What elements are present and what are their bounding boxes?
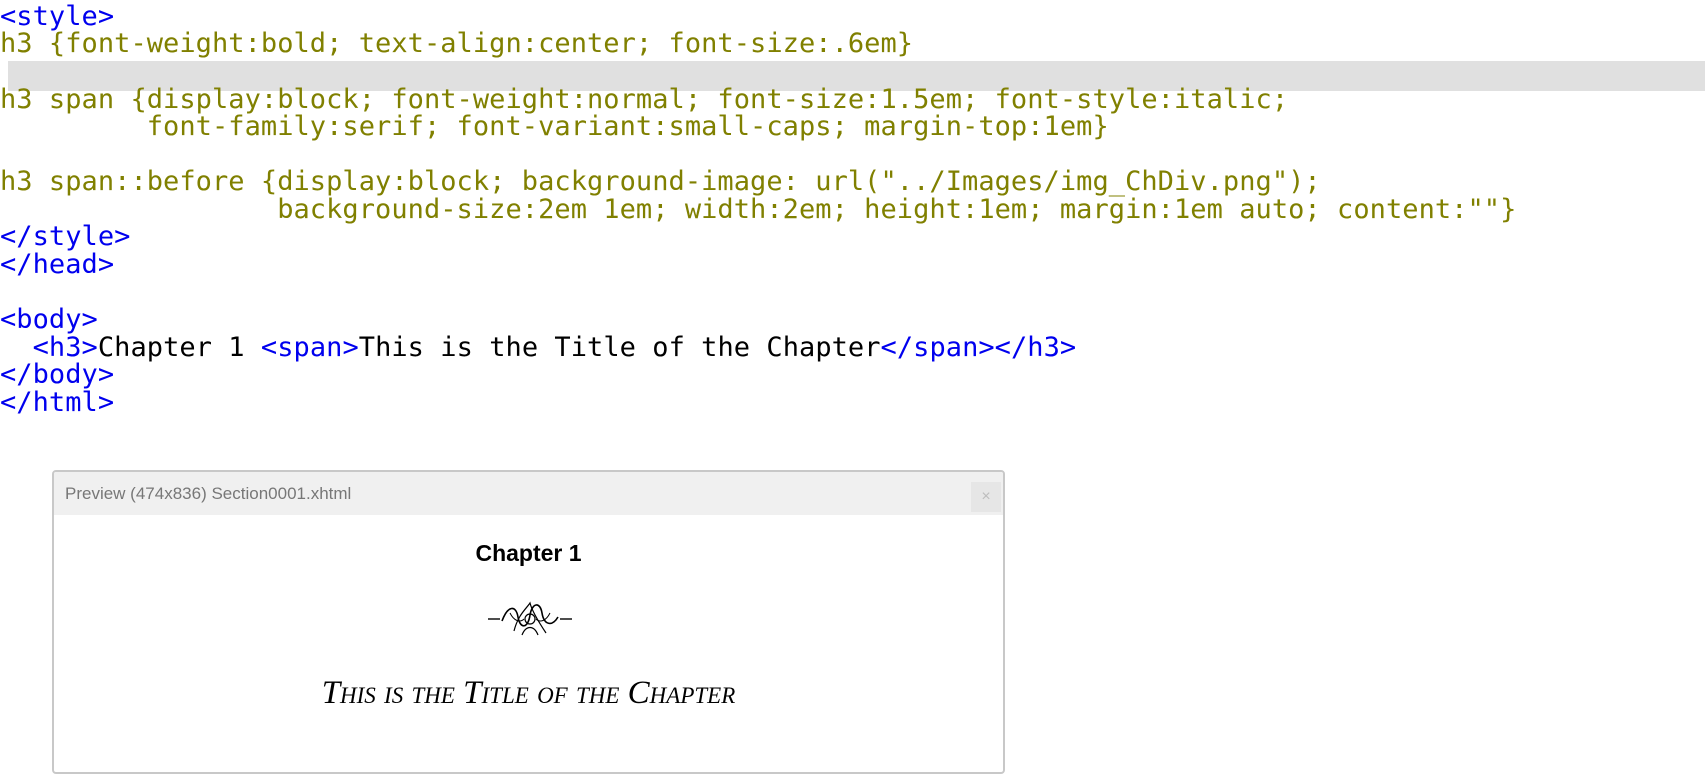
code-line-13: <h3>Chapter 1 <span>This is the Title of… xyxy=(0,333,1705,363)
code-span-open-tag: <span> xyxy=(260,332,359,363)
code-line-14: </body> xyxy=(0,359,115,390)
chapter-heading: Chapter 1 xyxy=(475,540,582,566)
code-editor[interactable]: <style> h3 {font-weight:bold; text-align… xyxy=(0,0,1705,460)
close-icon: × xyxy=(981,488,991,505)
close-button[interactable]: × xyxy=(971,482,1001,512)
code-line-5: font-family:serif; font-variant:small-ca… xyxy=(0,111,1109,142)
preview-titlebar[interactable]: Preview (474x836) Section0001.xhtml × xyxy=(54,472,1003,515)
code-line-2: h3 {font-weight:bold; text-align:center;… xyxy=(0,28,914,59)
chapter-title: This is the Title of the Chapter xyxy=(321,675,736,711)
code-span-text: This is the Title of the Chapter xyxy=(358,332,881,363)
preview-title: Preview (474x836) Section0001.xhtml xyxy=(65,484,352,503)
code-close-tags: </span></h3> xyxy=(880,332,1077,363)
preview-panel[interactable]: Preview (474x836) Section0001.xhtml × Ch… xyxy=(52,470,1005,774)
preview-content: Chapter 1 This is the Title of the Chapt… xyxy=(54,515,1003,772)
code-line-8: background-size:2em 1em; width:2em; heig… xyxy=(0,194,1517,225)
code-line-7: h3 span::before {display:block; backgrou… xyxy=(0,166,1321,197)
code-line-10: </head> xyxy=(0,249,115,280)
code-line-12: <body> xyxy=(0,304,98,335)
chapter-divider-ornament-icon xyxy=(488,601,572,636)
code-line-9: </style> xyxy=(0,221,131,252)
code-h3-text: Chapter 1 xyxy=(97,332,261,363)
code-line-15: </html> xyxy=(0,387,115,418)
